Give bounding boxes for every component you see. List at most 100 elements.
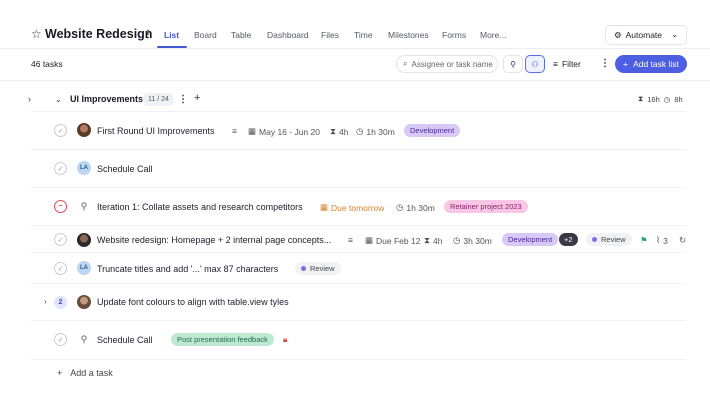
estimate-value: 4h	[432, 235, 443, 246]
calendar-icon: ▦	[365, 235, 374, 245]
project-menu-icon[interactable]: ⋮	[143, 29, 153, 40]
complete-checkbox[interactable]: ✓	[54, 124, 67, 137]
plus-icon: +	[623, 59, 629, 69]
add-task-label: Add a task	[70, 368, 113, 378]
due-value: Due Feb 12	[376, 235, 421, 246]
logged-value: 1h 30m	[406, 202, 435, 213]
task-list-menu-icon[interactable]: ⋮	[178, 94, 188, 105]
lock-icon: 🔒︎	[283, 335, 288, 344]
avatar	[77, 233, 91, 247]
complete-checkbox[interactable]: ✓	[54, 262, 67, 275]
tag-post-presentation-feedback[interactable]: Post presentation feedback	[171, 333, 274, 346]
chevron-right-icon[interactable]: ›	[28, 94, 31, 104]
task-name[interactable]: Schedule Call	[97, 164, 153, 174]
clock-icon: ◷	[396, 202, 404, 212]
tab-time[interactable]: Time	[354, 30, 373, 40]
due-value: Due tomorrow	[331, 202, 385, 213]
avatar	[77, 295, 91, 309]
tab-list[interactable]: List	[164, 30, 179, 40]
complete-checkbox[interactable]: ✓	[54, 233, 67, 246]
row-divider	[31, 252, 686, 253]
task-list-time: ⧗ 16h ◷ 8h	[638, 94, 683, 104]
attachment-count[interactable]: ⌇ 3	[656, 235, 668, 246]
description-icon: ≡	[348, 235, 353, 245]
filter-button[interactable]: ≡ Filter	[548, 55, 590, 73]
team-view-button[interactable]: ⚇	[525, 55, 545, 73]
project-title: Website Redesign	[45, 27, 153, 41]
status-dot	[592, 237, 597, 242]
clock-icon: ◷	[663, 94, 671, 104]
status-dot	[301, 266, 306, 271]
row-divider	[31, 149, 686, 150]
add-icon[interactable]: +	[194, 92, 200, 104]
chevron-down-icon: ⌄	[671, 30, 678, 39]
calendar-icon: ▦	[248, 126, 257, 136]
flag-icon[interactable]: ⚑	[640, 235, 648, 246]
person-icon: ⚲	[510, 59, 516, 69]
tab-table[interactable]: Table	[231, 30, 251, 40]
automate-icon: ⚙	[614, 29, 622, 40]
task-estimate: ⧗ 4h	[424, 235, 442, 246]
tag-development[interactable]: Development	[502, 233, 559, 246]
favorite-star-icon[interactable]: ☆	[31, 27, 42, 41]
row-divider	[31, 359, 686, 360]
avatar: LA	[77, 261, 91, 275]
refresh-icon[interactable]: ↻	[679, 235, 686, 246]
task-name[interactable]: Iteration 1: Collate assets and research…	[97, 202, 303, 212]
task-name[interactable]: Update font colours to align with table.…	[97, 297, 289, 307]
avatar	[77, 123, 91, 137]
hourglass-icon: ⧗	[424, 235, 430, 245]
paperclip-icon: ⌇	[656, 235, 661, 245]
tab-more[interactable]: More...	[480, 30, 506, 40]
toolbar-menu-icon[interactable]: ⋮	[600, 58, 610, 69]
description-icon: ≡	[232, 126, 237, 136]
tab-files[interactable]: Files	[321, 30, 339, 40]
task-name[interactable]: Truncate titles and add '...' max 87 cha…	[97, 264, 278, 274]
status-review[interactable]: Review	[295, 262, 341, 275]
tab-milestones[interactable]: Milestones	[388, 30, 429, 40]
team-icon: ⚇	[531, 59, 539, 69]
tab-dashboard[interactable]: Dashboard	[267, 30, 309, 40]
complete-checkbox[interactable]: ✓	[54, 162, 67, 175]
tag-development[interactable]: Development	[404, 124, 461, 137]
automate-button[interactable]: ⚙ Automate ⌄	[605, 25, 687, 45]
time-logged: 16h	[647, 94, 660, 104]
logged-value: 1h 30m	[366, 126, 395, 137]
row-divider	[31, 187, 686, 188]
plus-icon: +	[57, 368, 63, 378]
task-list-count: 11 / 24	[144, 93, 173, 106]
status-label: Review	[601, 235, 626, 244]
tab-board[interactable]: Board	[194, 30, 217, 40]
task-logged: ◷ 3h 30m	[453, 235, 492, 246]
expand-subtasks-icon[interactable]: ›	[44, 297, 47, 306]
more-tags-badge[interactable]: +2	[559, 233, 578, 246]
avatar: LA	[77, 161, 91, 175]
search-placeholder: Assignee or task name	[411, 59, 493, 69]
complete-checkbox[interactable]: ✓	[54, 333, 67, 346]
subtask-count-badge[interactable]: 2	[54, 296, 67, 309]
task-list-title[interactable]: UI Improvements	[70, 94, 143, 104]
tab-forms[interactable]: Forms	[442, 30, 466, 40]
task-estimate: ⧗ 4h	[330, 126, 348, 137]
task-name[interactable]: Schedule Call	[97, 335, 153, 345]
unassigned-person-icon[interactable]: ⚲	[77, 332, 91, 346]
calendar-icon: ▦	[320, 202, 329, 212]
task-logged: ◷ 1h 30m	[396, 202, 435, 213]
clock-icon: ◷	[453, 235, 461, 245]
task-name[interactable]: Website redesign: Homepage + 2 internal …	[97, 235, 331, 245]
blocked-checkbox[interactable]: −	[54, 200, 67, 213]
search-input[interactable]: ⌕ Assignee or task name	[396, 55, 498, 73]
search-icon: ⌕	[403, 59, 408, 68]
add-task-button[interactable]: + Add a task	[57, 368, 113, 378]
add-task-list-button[interactable]: + Add task list	[615, 55, 687, 73]
chevron-down-icon[interactable]: ⌄	[55, 95, 62, 104]
tag-retainer-project[interactable]: Retainer project 2023	[444, 200, 528, 213]
task-dates: ▦ May 16 - Jun 20	[248, 126, 320, 137]
status-review[interactable]: Review	[586, 233, 632, 246]
task-count: 46 tasks	[31, 59, 63, 69]
toolbar-divider	[0, 80, 710, 81]
task-name[interactable]: First Round UI Improvements	[97, 126, 215, 136]
assignee-filter-button[interactable]: ⚲	[503, 55, 523, 73]
status-label: Review	[310, 264, 335, 273]
unassigned-person-icon[interactable]: ⚲	[77, 199, 91, 213]
